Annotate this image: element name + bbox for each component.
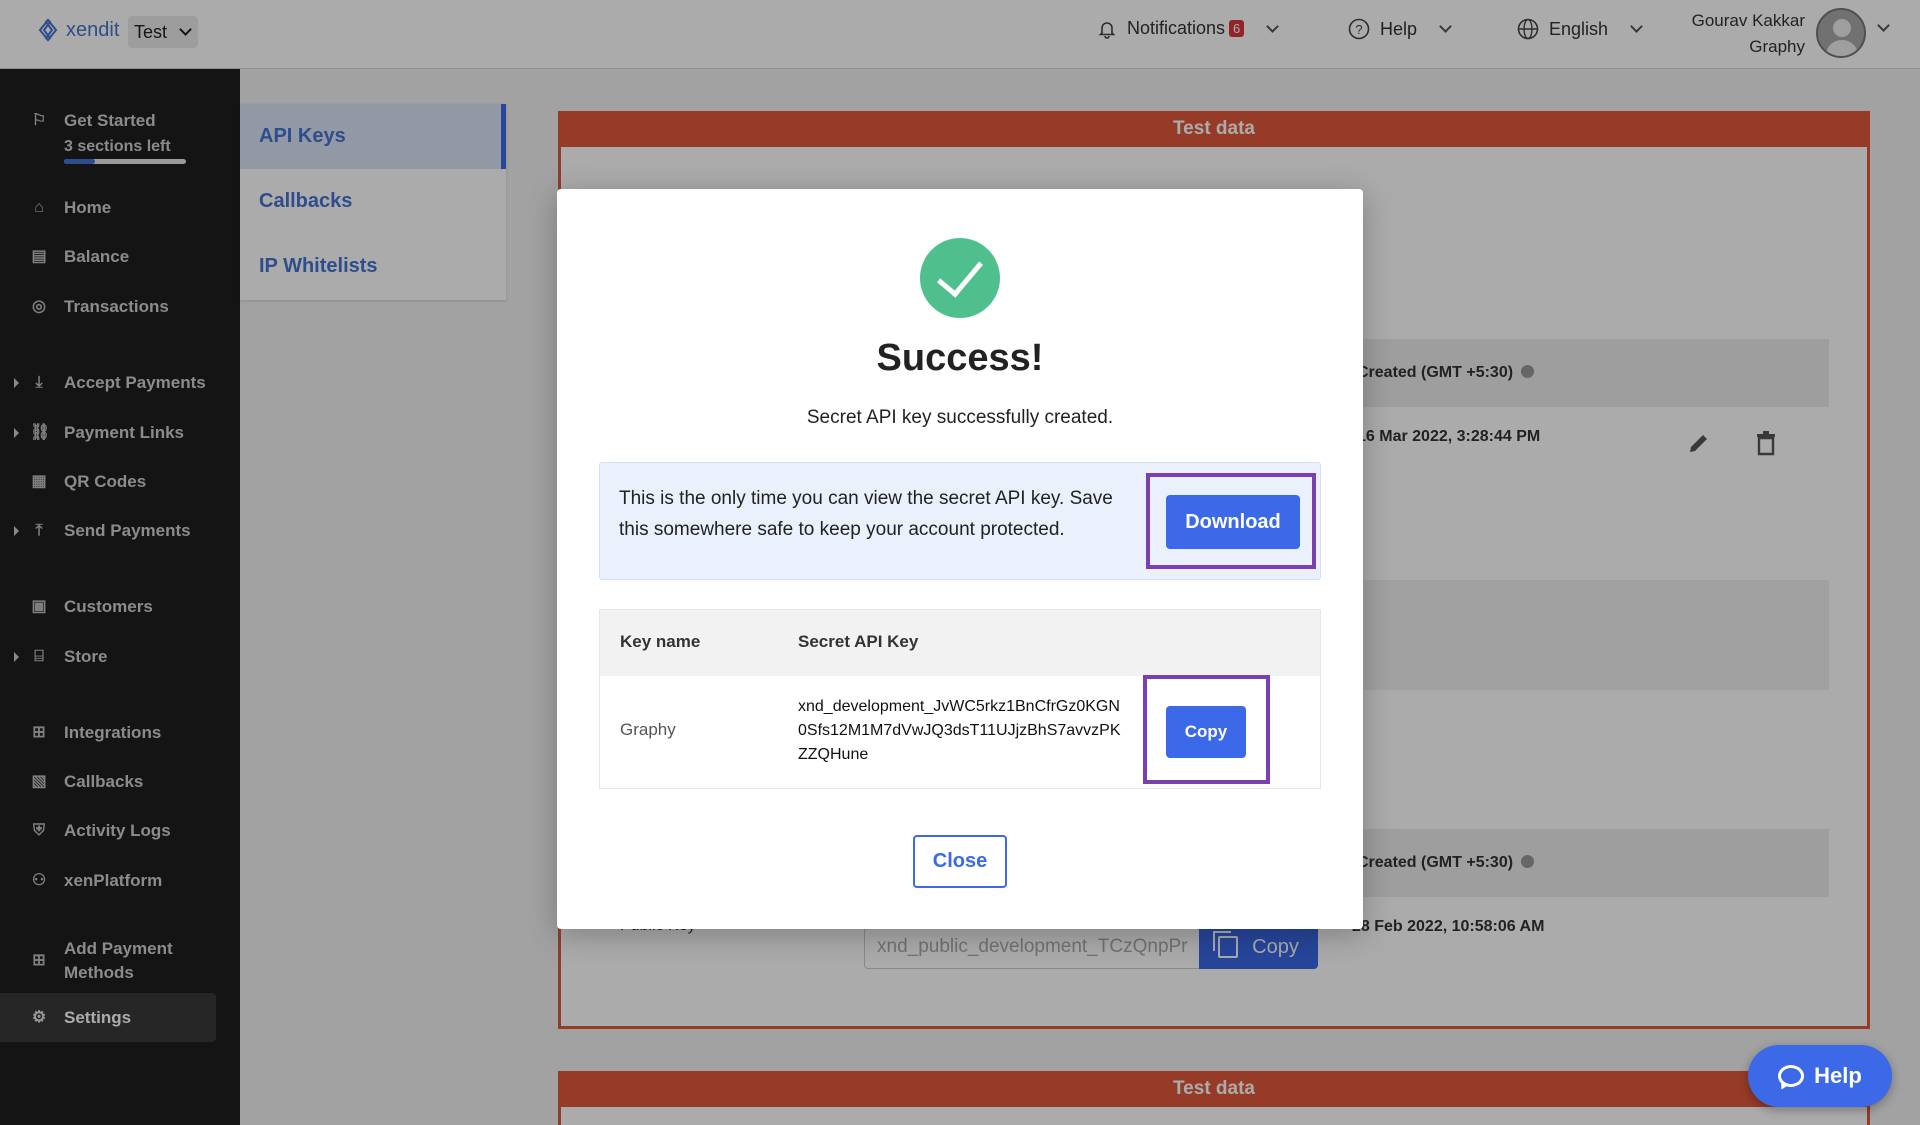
check-circle-icon	[920, 238, 1000, 318]
secret-key-notice: This is the only time you can view the s…	[599, 462, 1321, 580]
chat-bubble-icon	[1778, 1065, 1805, 1087]
modal-title: Success!	[876, 337, 1044, 379]
col-secret-api-key: Secret API Key	[798, 632, 919, 651]
help-chat-label: Help	[1814, 1063, 1862, 1088]
success-modal: Success! Secret API key successfully cre…	[557, 189, 1363, 929]
notice-text: This is the only time you can view the s…	[619, 488, 1113, 540]
secret-key-table: Key name Secret API Key Graphy xnd_devel…	[599, 609, 1321, 789]
col-key-name: Key name	[620, 632, 701, 651]
close-button[interactable]: Close	[913, 835, 1007, 888]
modal-subtitle: Secret API key successfully created.	[806, 407, 1114, 428]
download-button[interactable]: Download	[1166, 495, 1300, 549]
copy-secret-key-button[interactable]: Copy	[1166, 706, 1246, 758]
help-chat-button[interactable]: Help	[1748, 1045, 1892, 1107]
secret-key-table-header: Key name Secret API Key	[600, 610, 1320, 676]
key-name-value: Graphy	[620, 720, 676, 739]
secret-key-value[interactable]: xnd_development_JvWC5rkz1BnCfrGz0KGN0Sfs…	[798, 695, 1128, 767]
